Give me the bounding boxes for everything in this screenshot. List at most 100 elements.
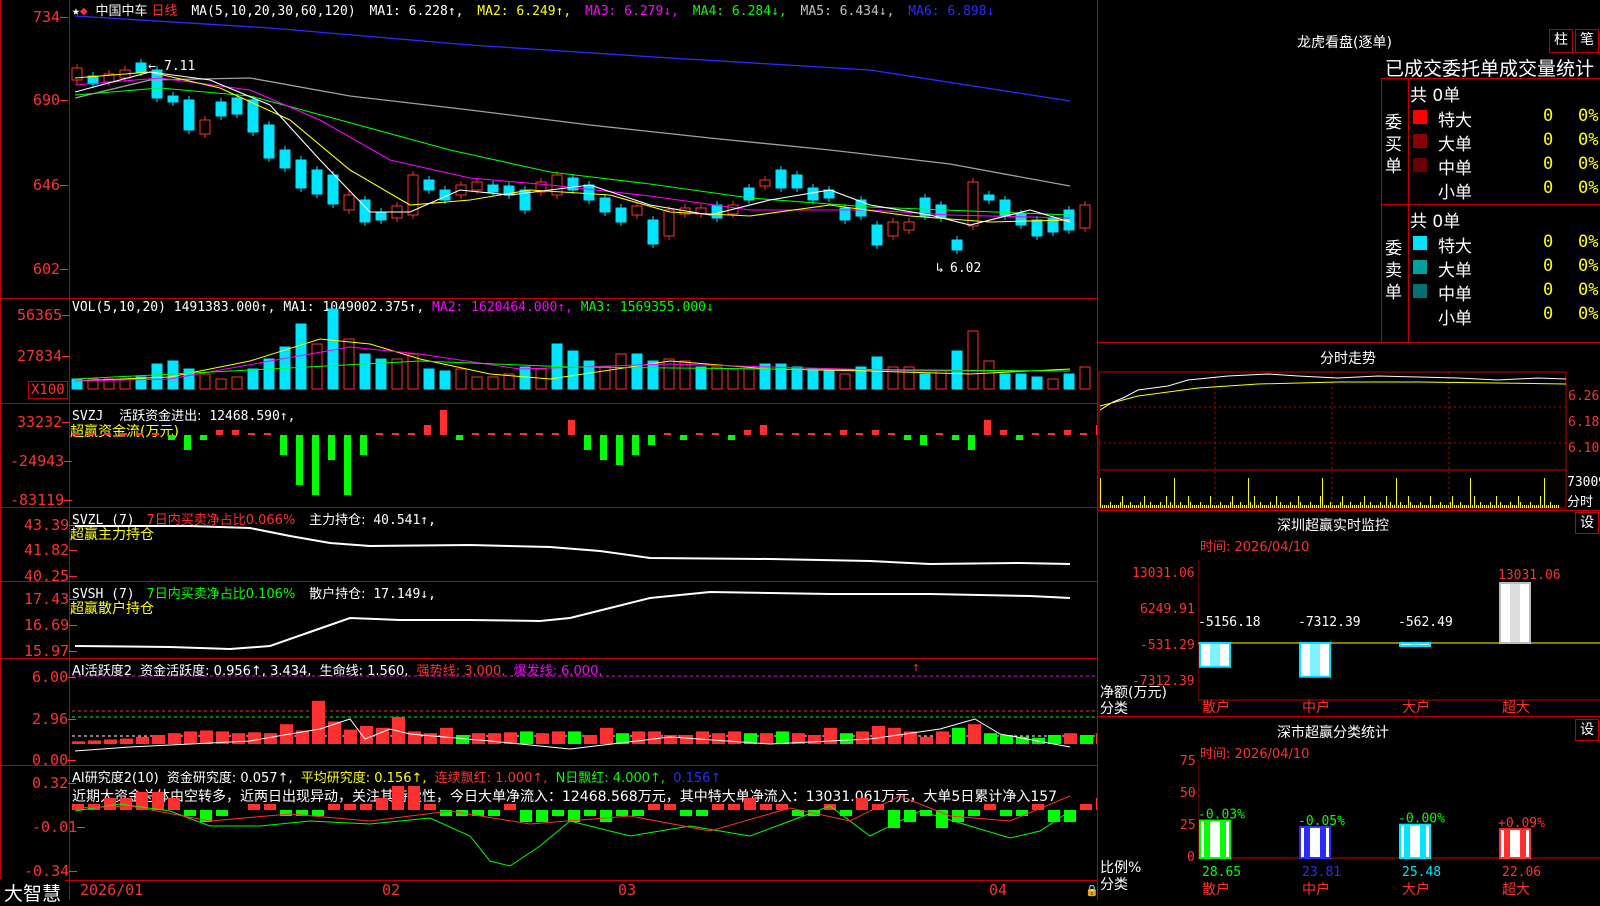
intraday-vol-bar: [1534, 505, 1535, 508]
ai-activity-bar: [840, 733, 853, 744]
candle-body: [711, 204, 723, 219]
category-label: 小单: [1438, 309, 1472, 329]
intraday-vol-bar: [1204, 505, 1205, 508]
sz-monitor-bar: [1299, 642, 1331, 678]
sz-monitor-chart[interactable]: -5156.18 -7312.39 -562.49 13031.06: [1198, 560, 1600, 720]
candle-body: [775, 169, 787, 189]
volume-bar: [695, 366, 707, 390]
ai-research-bar: [248, 804, 260, 810]
ai-research-bar: [264, 804, 276, 810]
y-label: 690: [33, 91, 69, 109]
candle-body: [311, 169, 323, 195]
intraday-vol-bar: [1392, 505, 1393, 508]
sz-class-category: 大户: [1402, 882, 1430, 898]
svzj-bar: [440, 410, 447, 435]
sz-class-chart[interactable]: -0.03% 28.65 -0.05% 23.81 -0.00% 25.48 +0.09% 2…: [1198, 760, 1600, 900]
y-label: 33232: [17, 413, 71, 431]
ai-research-bar: [584, 810, 596, 816]
ai-research-bar: [360, 804, 372, 810]
svzj-bar: [1064, 430, 1071, 435]
volume-chart[interactable]: [70, 299, 1097, 403]
svzl-chart[interactable]: [70, 508, 1097, 581]
ai-research-chart[interactable]: [70, 766, 1097, 880]
volume-bar: [663, 358, 675, 390]
intraday-vol-bar: [1374, 505, 1375, 508]
sz-monitor-category: 大户: [1402, 700, 1430, 716]
intraday-vol-bar: [1512, 505, 1513, 508]
intraday-vol-bar: [1428, 505, 1429, 508]
ai-research-bar: [184, 810, 196, 816]
svzj-bar: [936, 433, 943, 435]
candle-body: [343, 194, 355, 211]
ai-research-bar: [520, 810, 532, 822]
bar-mode-button[interactable]: 柱: [1549, 29, 1573, 53]
svzj-bar: [568, 420, 575, 435]
intraday-vol-bar: [1378, 505, 1379, 508]
price-chart[interactable]: ← 7.11 ↳ 6.02: [70, 0, 1097, 298]
sz-class-bar: [1299, 825, 1331, 859]
svzj-bar: [872, 430, 879, 435]
svzj-bar: [680, 435, 687, 440]
ai-research-bar: [504, 804, 516, 810]
svsh-chart[interactable]: [70, 582, 1097, 658]
y-label: -24943: [10, 452, 73, 470]
volume-bar: [231, 376, 243, 390]
intraday-vol-bar: [1140, 502, 1141, 508]
volume-bar: [759, 363, 771, 390]
category-label: 小单: [1438, 183, 1472, 203]
candle-body: [231, 97, 243, 115]
dragon-tiger-subtitle: 已成交委托单成交量统计: [1385, 58, 1595, 80]
intraday-vol-bar: [1282, 505, 1283, 508]
svzj-bar: [1080, 433, 1087, 435]
intraday-vol-bar: [1456, 505, 1457, 508]
intraday-vol-bar: [1494, 505, 1495, 508]
svzj-bar: [696, 433, 703, 435]
ai-research-bar: [328, 804, 340, 810]
intraday-vol-bar: [1134, 505, 1135, 508]
svzj-bar: [1048, 433, 1055, 435]
ai-research-bar: [488, 810, 500, 816]
intraday-vol-bar: [1152, 505, 1153, 508]
intraday-vol-bar: [1100, 478, 1101, 508]
category-label: 中单: [1438, 285, 1472, 305]
ai-research-bar: [696, 810, 708, 816]
ai-research-bar: [152, 792, 164, 810]
y-label: 41.82: [24, 541, 78, 559]
sz-monitor-bar: [1499, 581, 1531, 644]
intraday-vol-bar: [1212, 505, 1213, 508]
intraday-vol-bar: [1452, 496, 1453, 508]
ai-research-bar: [1096, 798, 1097, 810]
ai-research-bar: [760, 804, 772, 810]
intraday-vol-bar: [1184, 505, 1185, 508]
intraday-vol-bar: [1168, 505, 1169, 508]
svzj-bar: [328, 435, 335, 460]
svzj-chart[interactable]: [70, 404, 1097, 507]
brand-logo: 大智慧: [0, 879, 66, 906]
intraday-chart[interactable]: [1098, 370, 1600, 510]
y-label: 13031.06: [1132, 566, 1195, 581]
sz-class-title: 深市超赢分类统计: [1277, 725, 1389, 741]
intraday-vol-bar: [1284, 505, 1285, 508]
intraday-vol-bar: [1244, 505, 1245, 508]
volume-bar: [727, 368, 739, 390]
intraday-vol-bar: [1334, 505, 1335, 508]
lock-icon[interactable]: 🔒: [1085, 884, 1099, 897]
sz-class-settings-button[interactable]: 设: [1575, 719, 1599, 741]
ai-activity-chart[interactable]: ↑: [70, 659, 1097, 765]
intraday-vol-bar: [1454, 505, 1455, 508]
svzj-bar: [664, 433, 671, 435]
tick-mode-button[interactable]: 笔: [1575, 29, 1599, 53]
intraday-vol-bar: [1486, 505, 1487, 508]
candle-body: [135, 62, 147, 73]
sz-class-value: 23.81: [1302, 865, 1341, 880]
y-label: -0.34: [24, 862, 78, 880]
svzj-bar: [376, 433, 383, 435]
intraday-vol-bar: [1328, 505, 1329, 508]
svzj-bar: [1016, 435, 1023, 440]
intraday-vol-bar: [1464, 505, 1465, 508]
svzj-bar: [1096, 425, 1097, 435]
ai-research-bar: [712, 804, 724, 810]
x-label: 03: [618, 881, 637, 899]
sz-monitor-settings-button[interactable]: 设: [1575, 512, 1599, 534]
ai-activity-bar: [872, 726, 885, 744]
